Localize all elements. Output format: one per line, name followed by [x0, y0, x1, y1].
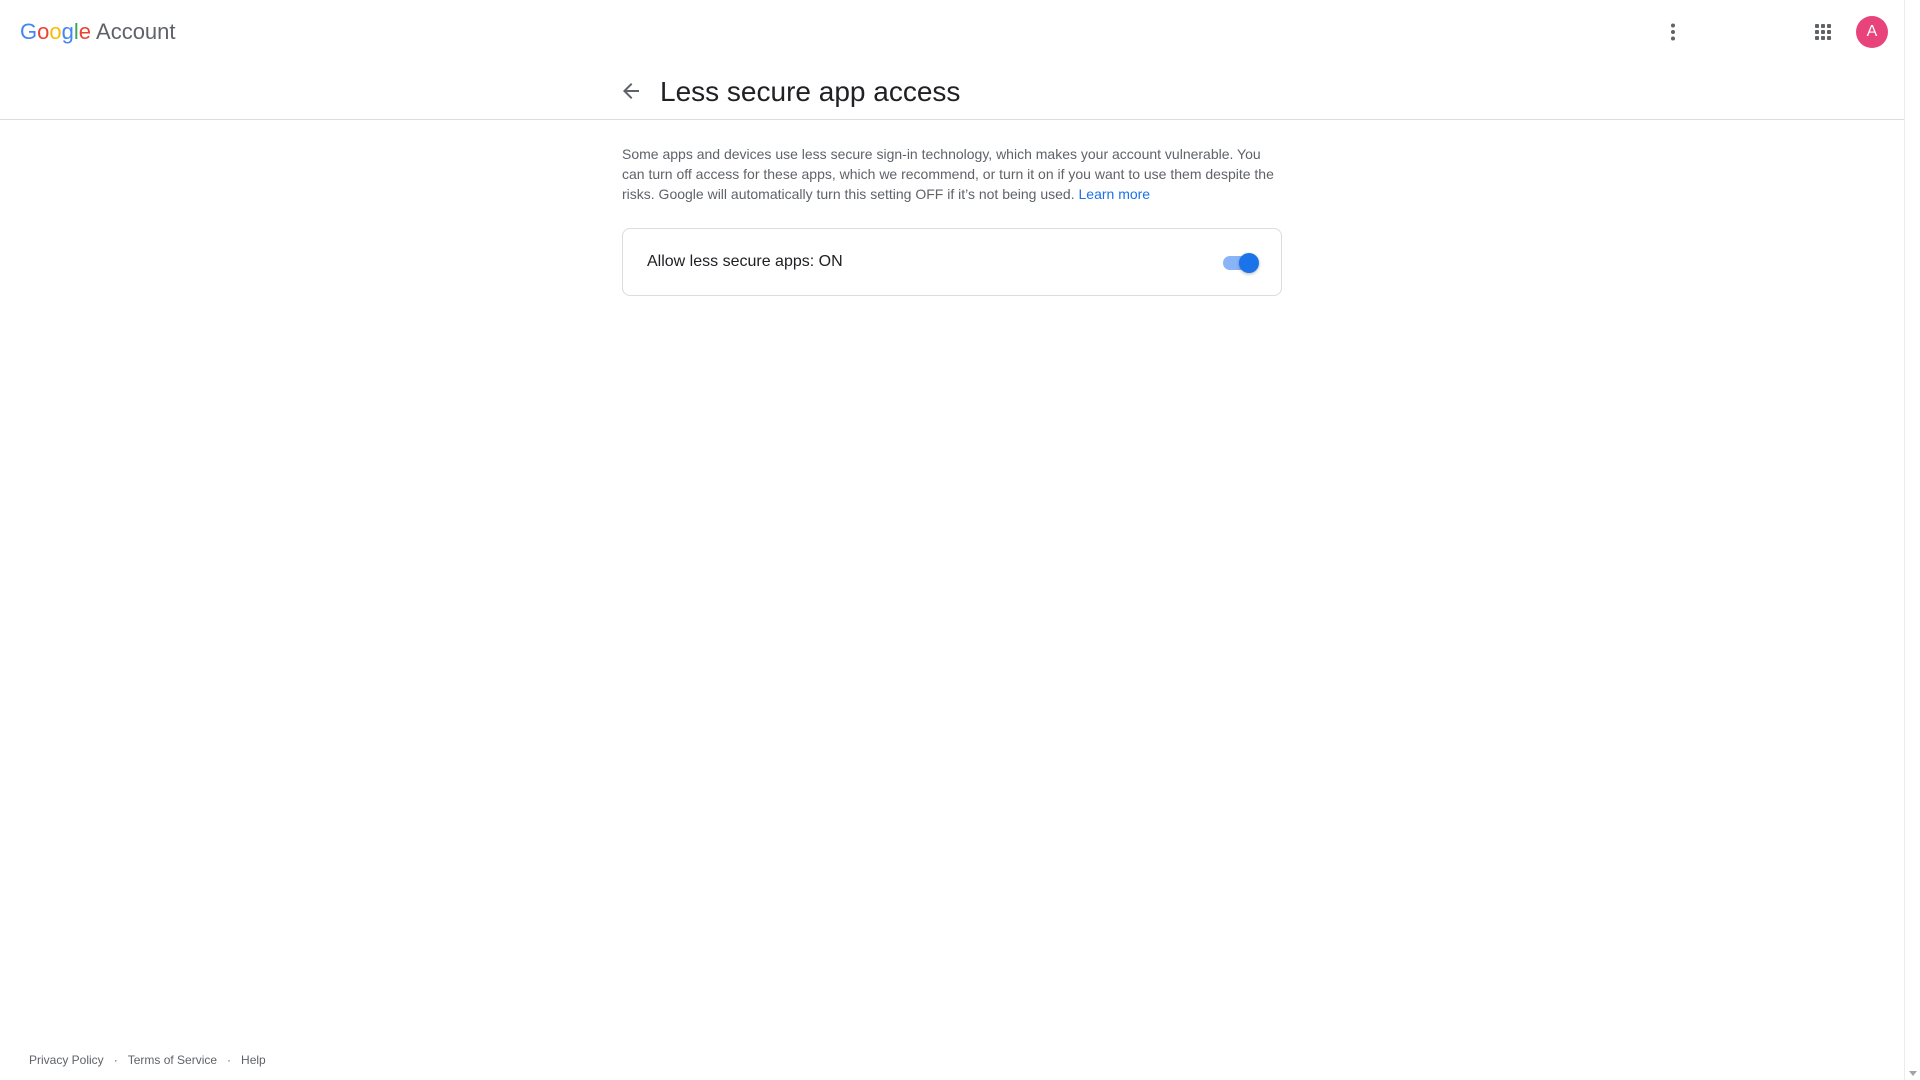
vertical-dots-icon	[1671, 23, 1675, 41]
footer-separator: ·	[113, 1053, 118, 1067]
logo-letter: g	[61, 19, 74, 44]
logo-letter: o	[49, 19, 62, 44]
learn-more-link[interactable]: Learn more	[1079, 186, 1151, 202]
google-account-logo[interactable]: Google Account	[20, 18, 176, 46]
vertical-scrollbar[interactable]	[1904, 0, 1920, 1080]
grid-icon	[1815, 24, 1831, 40]
scroll-down-arrow-icon[interactable]	[1909, 1071, 1917, 1076]
google-apps-button[interactable]	[1803, 12, 1843, 52]
title-bar: Less secure app access	[0, 64, 1904, 120]
main-content: Some apps and devices use less secure si…	[622, 144, 1284, 296]
logo-letter: G	[20, 19, 38, 44]
page-title: Less secure app access	[660, 76, 961, 107]
logo-letter: e	[78, 19, 92, 44]
logo-letter: o	[37, 19, 50, 44]
less-secure-apps-toggle[interactable]	[1221, 253, 1259, 273]
account-avatar[interactable]: A	[1856, 16, 1888, 48]
top-bar: Google Account A	[0, 0, 1904, 64]
product-name: Account	[96, 19, 176, 44]
toggle-thumb	[1239, 253, 1259, 273]
page: Google Account A Less secure app access …	[0, 0, 1904, 1080]
description-text: Some apps and devices use less secure si…	[622, 144, 1284, 204]
back-button[interactable]	[613, 73, 649, 109]
more-options-button[interactable]	[1653, 12, 1693, 52]
less-secure-apps-setting-card[interactable]: Allow less secure apps: ON	[622, 228, 1282, 296]
terms-of-service-link[interactable]: Terms of Service	[128, 1052, 217, 1068]
footer: Privacy Policy · Terms of Service · Help	[29, 1052, 266, 1068]
arrow-back-icon	[623, 83, 639, 99]
description-body: Some apps and devices use less secure si…	[622, 146, 1274, 202]
setting-label: Allow less secure apps: ON	[647, 253, 843, 270]
footer-separator: ·	[227, 1053, 232, 1067]
privacy-policy-link[interactable]: Privacy Policy	[29, 1052, 104, 1068]
help-link[interactable]: Help	[241, 1052, 266, 1068]
